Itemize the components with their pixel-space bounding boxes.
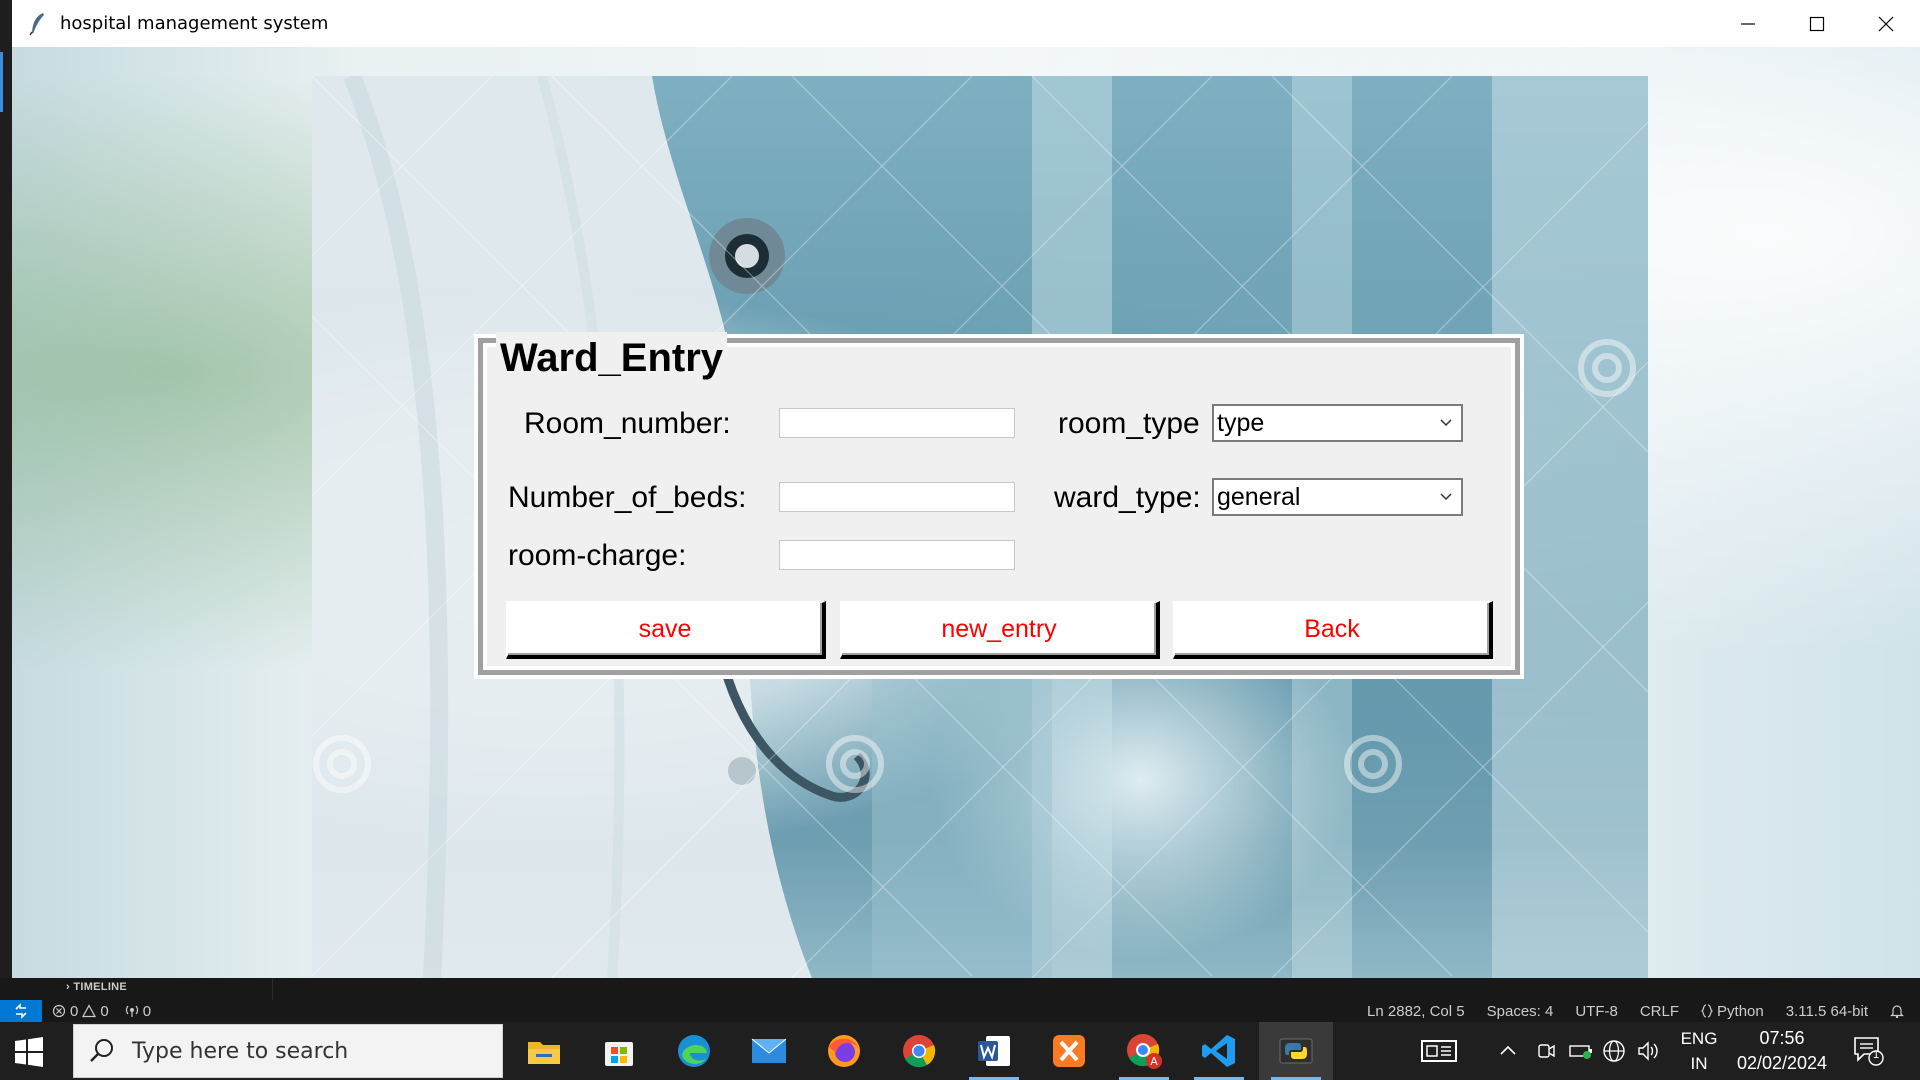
taskbar-chrome[interactable]	[882, 1022, 956, 1080]
ward-entry-frame: Ward_Entry Room_number: room_type type N…	[474, 332, 1524, 679]
vscode-icon	[1202, 1035, 1235, 1067]
ward-entry-title: Ward_Entry	[496, 332, 728, 384]
room-charge-input[interactable]	[779, 540, 1015, 570]
back-button[interactable]: Back	[1173, 601, 1493, 659]
taskbar-word[interactable]	[957, 1022, 1031, 1080]
ports-count: 0	[142, 1002, 152, 1020]
python-icon	[1279, 1038, 1313, 1064]
taskbar-python[interactable]	[1259, 1022, 1333, 1080]
warning-icon	[82, 1004, 97, 1018]
language-mode[interactable]: Python	[1701, 1003, 1764, 1020]
taskbar-clock[interactable]: 07:56 02/02/2024	[1730, 1026, 1834, 1076]
activity-accent	[0, 52, 3, 112]
room-type-label: room_type	[1058, 407, 1200, 440]
room-type-value: type	[1217, 409, 1265, 437]
taskbar-mail[interactable]	[732, 1022, 806, 1080]
microsoft-store-icon	[605, 1042, 633, 1066]
edge-icon	[678, 1035, 710, 1067]
window-client-area: Ward_Entry Room_number: room_type type N…	[12, 47, 1920, 978]
file-explorer-icon	[528, 1042, 560, 1064]
maximize-button[interactable]	[1782, 0, 1851, 47]
room-number-input[interactable]	[779, 408, 1015, 438]
xampp-icon	[1053, 1035, 1085, 1067]
remote-button[interactable]	[0, 1000, 42, 1022]
encoding[interactable]: UTF-8	[1575, 1003, 1618, 1020]
maximize-icon	[1809, 16, 1824, 31]
save-button[interactable]: save	[506, 601, 826, 659]
taskbar-search-box[interactable]: Type here to search	[73, 1024, 503, 1078]
timeline-label: › TIMELINE	[66, 981, 128, 993]
new-entry-button[interactable]: new_entry	[840, 601, 1160, 659]
ward-type-value: general	[1217, 483, 1301, 511]
problems-indicator[interactable]: 0 0	[52, 1003, 109, 1020]
vscode-status-bar: 0 0 0 Ln 2882, Col 5 Spaces: 4 UTF-8 CRL…	[0, 1000, 1920, 1022]
error-icon	[52, 1004, 66, 1018]
room-type-combobox[interactable]: type	[1212, 404, 1463, 442]
windows-start-icon[interactable]	[14, 1037, 44, 1067]
battery-icon[interactable]	[1568, 1041, 1594, 1061]
news-icon[interactable]	[1420, 1038, 1458, 1064]
language-code: ENG	[1680, 1029, 1718, 1048]
language-label: Python	[1717, 1002, 1764, 1020]
ports-indicator[interactable]: 0	[125, 1003, 151, 1020]
mail-icon	[751, 1038, 787, 1063]
taskbar-microsoft-store[interactable]	[582, 1022, 656, 1080]
broadcast-icon	[125, 1005, 138, 1017]
meet-icon[interactable]	[1536, 1041, 1556, 1061]
chevron-down-icon[interactable]	[1439, 490, 1453, 504]
close-button[interactable]	[1851, 0, 1920, 47]
number-of-beds-label: Number_of_beds:	[508, 481, 747, 514]
timeline-panel-header[interactable]: › TIMELINE	[0, 978, 1920, 1000]
chrome-profile-icon: A	[1127, 1034, 1162, 1069]
input-language[interactable]: ENG IN	[1675, 1026, 1723, 1076]
minimize-button[interactable]	[1713, 0, 1782, 47]
error-count: 0	[70, 1002, 79, 1020]
braces-icon	[1701, 1004, 1714, 1018]
firefox-icon	[828, 1035, 860, 1067]
taskbar-xampp[interactable]	[1032, 1022, 1106, 1080]
clock-date: 02/02/2024	[1736, 1053, 1828, 1073]
taskbar-chrome-profile[interactable]: A	[1107, 1022, 1181, 1080]
system-tray	[1420, 1022, 1660, 1080]
room-charge-label: room-charge:	[508, 539, 687, 572]
room-number-label: Room_number:	[524, 407, 731, 440]
editor-activity-strip	[0, 0, 12, 978]
search-placeholder: Type here to search	[132, 1038, 349, 1064]
chevron-down-icon[interactable]	[1439, 416, 1453, 430]
chevron-up-icon[interactable]	[1498, 1041, 1518, 1061]
notification-count: 1	[1872, 1049, 1880, 1061]
python-interpreter[interactable]: 3.11.5 64-bit	[1786, 1003, 1868, 1020]
window-title: hospital management system	[60, 13, 329, 34]
number-of-beds-input[interactable]	[779, 482, 1015, 512]
remote-icon	[15, 1003, 27, 1019]
notifications-button[interactable]	[1890, 1004, 1904, 1018]
warning-count: 0	[100, 1002, 109, 1020]
minimize-icon	[1740, 22, 1755, 25]
taskbar-vscode[interactable]	[1182, 1022, 1256, 1080]
ward-type-label: ward_type:	[1054, 481, 1201, 514]
close-icon	[1878, 16, 1893, 31]
windows-taskbar: Type here to search A ENG IN 07:56 02/02…	[0, 1022, 1920, 1080]
globe-icon[interactable]	[1602, 1039, 1626, 1063]
window-titlebar[interactable]: hospital management system	[12, 0, 1920, 47]
region-code: IN	[1690, 1054, 1708, 1073]
speaker-icon[interactable]	[1636, 1039, 1660, 1063]
svg-text:A: A	[1150, 1055, 1158, 1068]
chrome-icon	[903, 1035, 936, 1068]
search-icon	[90, 1039, 113, 1062]
clock-time: 07:56	[1759, 1028, 1805, 1048]
end-of-line[interactable]: CRLF	[1640, 1003, 1679, 1020]
cursor-position[interactable]: Ln 2882, Col 5	[1367, 1003, 1465, 1020]
word-icon	[978, 1036, 1010, 1066]
taskbar-edge[interactable]	[657, 1022, 731, 1080]
ward-type-combobox[interactable]: general	[1212, 478, 1463, 516]
notification-center-button[interactable]: 1	[1852, 1034, 1884, 1071]
indentation[interactable]: Spaces: 4	[1487, 1003, 1554, 1020]
bell-icon	[1890, 1005, 1904, 1018]
feather-icon	[29, 12, 44, 35]
taskbar-file-explorer[interactable]	[507, 1022, 581, 1080]
taskbar-firefox[interactable]	[807, 1022, 881, 1080]
